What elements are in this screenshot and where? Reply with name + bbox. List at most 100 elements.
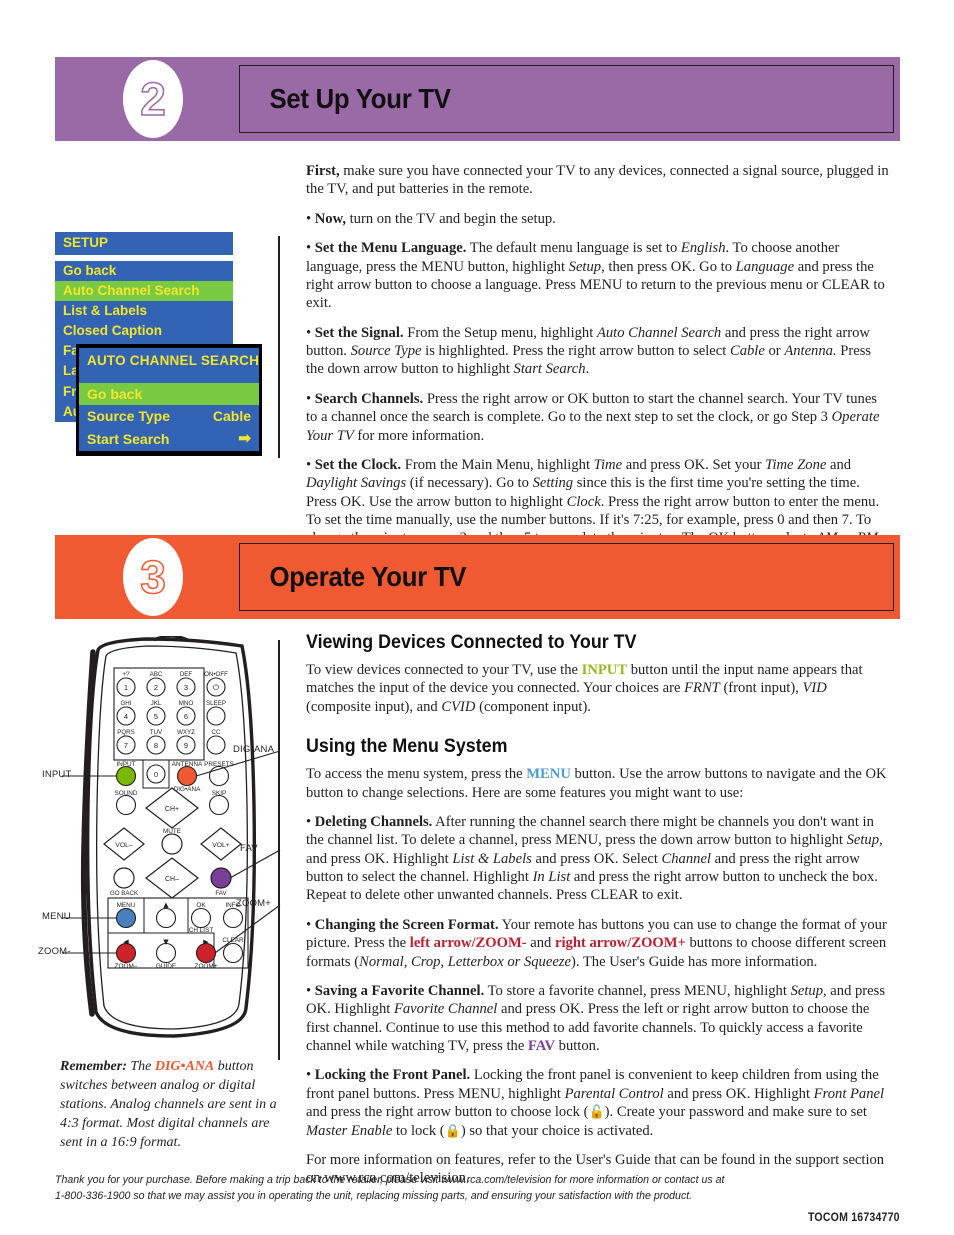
key-label-4-above: GHI: [120, 700, 131, 707]
paragraph-viewing-devices: To view devices connected to your TV, us…: [306, 662, 863, 715]
osd-menu-item-label: List & Labels: [63, 302, 148, 318]
key-digit-5: 5: [154, 712, 158, 721]
key-mute[interactable]: [161, 833, 183, 855]
key-label-5-above: JKL: [151, 700, 162, 707]
right-arrow-icon: ➡: [238, 430, 251, 448]
key-info[interactable]: [222, 907, 244, 929]
power-icon: ⏻: [213, 683, 220, 692]
osd-setup-menu-title: SETUP: [55, 232, 233, 255]
key-label-go-back: GO BACK: [110, 890, 139, 897]
key-clear[interactable]: [222, 942, 244, 964]
heading-viewing-devices: Viewing Devices Connected to Your TV: [306, 632, 637, 653]
heading-using-menu-system: Using the Menu System: [306, 736, 508, 758]
step-3-header-band: 3 Operate Your TV: [55, 535, 900, 619]
osd-menu-item-label: Go back: [63, 262, 117, 278]
osd-menu-item[interactable]: List & Labels: [55, 301, 233, 321]
step-2-body: First, make sure you have connected your…: [306, 162, 890, 577]
key-label-sleep: SLEEP: [206, 700, 226, 707]
osd-menu-item[interactable]: Go back: [55, 261, 233, 281]
key-label-3-above: DEF: [180, 671, 193, 678]
remember-keyword: DIG•ANA: [154, 1059, 215, 1074]
footer: Thank you for your purchase. Before maki…: [55, 1172, 900, 1224]
osd-auto-search-title: AUTO CHANNEL SEARCH: [79, 348, 259, 383]
step-2-title-box: Set Up Your TV: [239, 65, 894, 133]
step-3-number-badge: 3: [123, 538, 183, 616]
step-2-title: Set Up Your TV: [269, 83, 451, 114]
paragraph-locking-front-panel: • Locking the Front Panel. Locking the f…: [306, 1067, 885, 1139]
key-digit-4: 4: [124, 712, 128, 721]
remember-lead: Remember:: [60, 1059, 127, 1074]
key-digana[interactable]: [176, 765, 198, 787]
step-2-header-band: 2 Set Up Your TV: [55, 57, 900, 141]
step-2-column-divider: [278, 236, 280, 458]
paragraph-now: • Now, turn on the TV and begin the setu…: [306, 210, 556, 227]
keyword-menu: MENU: [526, 766, 571, 783]
key-fav[interactable]: [210, 867, 232, 889]
osd-menu-item-source-type[interactable]: Source Type Cable: [79, 405, 259, 428]
osd-menu-item-go-back[interactable]: Go back: [79, 382, 259, 406]
key-label-9-above: WXYZ: [177, 729, 195, 736]
callout-input: INPUT: [42, 769, 72, 780]
key-digit-0: 0: [154, 770, 158, 779]
paragraph-menu-intro: To access the menu system, press the MEN…: [306, 766, 887, 801]
key-skip[interactable]: [208, 794, 230, 816]
key-sleep[interactable]: [206, 706, 226, 726]
key-label-8-above: TUV: [150, 729, 163, 736]
osd-menu-item[interactable]: Closed Caption: [55, 321, 233, 341]
footer-line-2: 1-800-336-1900 so that we may assist you…: [55, 1190, 693, 1203]
keyword-right-arrow-zoom-plus: right arrow/ZOOM+: [555, 935, 686, 952]
step-3-title-box: Operate Your TV: [239, 543, 894, 611]
keyword-fav: FAV: [527, 1038, 555, 1054]
remember-caption: Remember: The DIG•ANA button switches be…: [60, 1058, 282, 1152]
osd-menu-figure: SETUP Go back Auto Channel Search List &…: [55, 232, 285, 458]
key-label-ch-minus: CH–: [165, 876, 179, 883]
key-digit-3: 3: [184, 683, 188, 692]
key-label-zoom-minus: ZOOM–: [115, 963, 138, 970]
padlock-closed-icon: 🔒: [444, 1123, 461, 1139]
remote-control-figure: +? ABC DEF ON•OFF GHI JKL MNO SLEEP PQRS…: [38, 634, 296, 1048]
callout-digana: DIG•ANA: [233, 744, 275, 755]
key-digit-2: 2: [154, 683, 158, 692]
osd-menu-item-value: Cable: [212, 408, 251, 425]
key-label-zoom-plus: ZOOM+: [195, 963, 218, 970]
key-menu[interactable]: [115, 907, 137, 929]
paragraph-changing-screen-format: • Changing the Screen Format. Your remot…: [306, 916, 887, 970]
step-2-number-badge: 2: [123, 60, 183, 138]
key-label-clear: CLEAR: [222, 937, 244, 944]
key-label-on-off: ON•OFF: [204, 671, 228, 678]
arrow-down-icon: ▼: [163, 938, 169, 946]
osd-menu-item-label: Start Search: [87, 431, 170, 448]
key-label-ok: OK: [196, 902, 206, 909]
key-label-cc: CC: [212, 729, 221, 736]
tocom-number: TOCOM 16734770: [808, 1212, 900, 1224]
key-cc[interactable]: [206, 735, 226, 755]
key-digit-6: 6: [184, 712, 188, 721]
osd-auto-search-rows: Go back Source Type Cable Start Search ➡: [79, 382, 259, 451]
key-sound[interactable]: [115, 794, 137, 816]
key-arrow-up[interactable]: [155, 907, 177, 929]
callout-fav: FAV: [240, 843, 258, 854]
key-label-fav: FAV: [215, 890, 227, 897]
key-label-vol-plus: VOL+: [212, 842, 230, 849]
key-arrow-down[interactable]: [155, 942, 177, 964]
key-digit-7: 7: [124, 741, 128, 750]
key-label-guide: GUIDE: [156, 963, 176, 970]
paragraph-deleting-channels: • Deleting Channels. After running the c…: [306, 813, 883, 904]
osd-menu-item-label: Auto Channel Search: [63, 282, 200, 298]
osd-menu-item-selected[interactable]: Auto Channel Search: [55, 280, 233, 301]
key-arrow-left-zoom-minus[interactable]: [115, 942, 137, 964]
key-label-6-above: MNO: [179, 700, 194, 707]
key-input[interactable]: [115, 765, 137, 787]
key-arrow-right-zoom-plus[interactable]: [195, 942, 217, 964]
key-label-vol-minus: VOL–: [115, 842, 133, 849]
remember-text-before: The: [126, 1059, 155, 1074]
callout-zoom-plus: ZOOM+: [236, 898, 272, 909]
osd-menu-item-label: Go back: [87, 385, 143, 402]
key-ok[interactable]: [190, 907, 212, 929]
key-go-back[interactable]: [113, 867, 135, 889]
paragraph-search-channels: • Search Channels. Press the right arrow…: [306, 390, 880, 444]
key-label-ch-list: CH LIST: [189, 927, 214, 934]
key-digit-9: 9: [184, 741, 188, 750]
key-label-menu: MENU: [117, 902, 136, 909]
osd-menu-item-start-search[interactable]: Start Search ➡: [79, 428, 259, 451]
